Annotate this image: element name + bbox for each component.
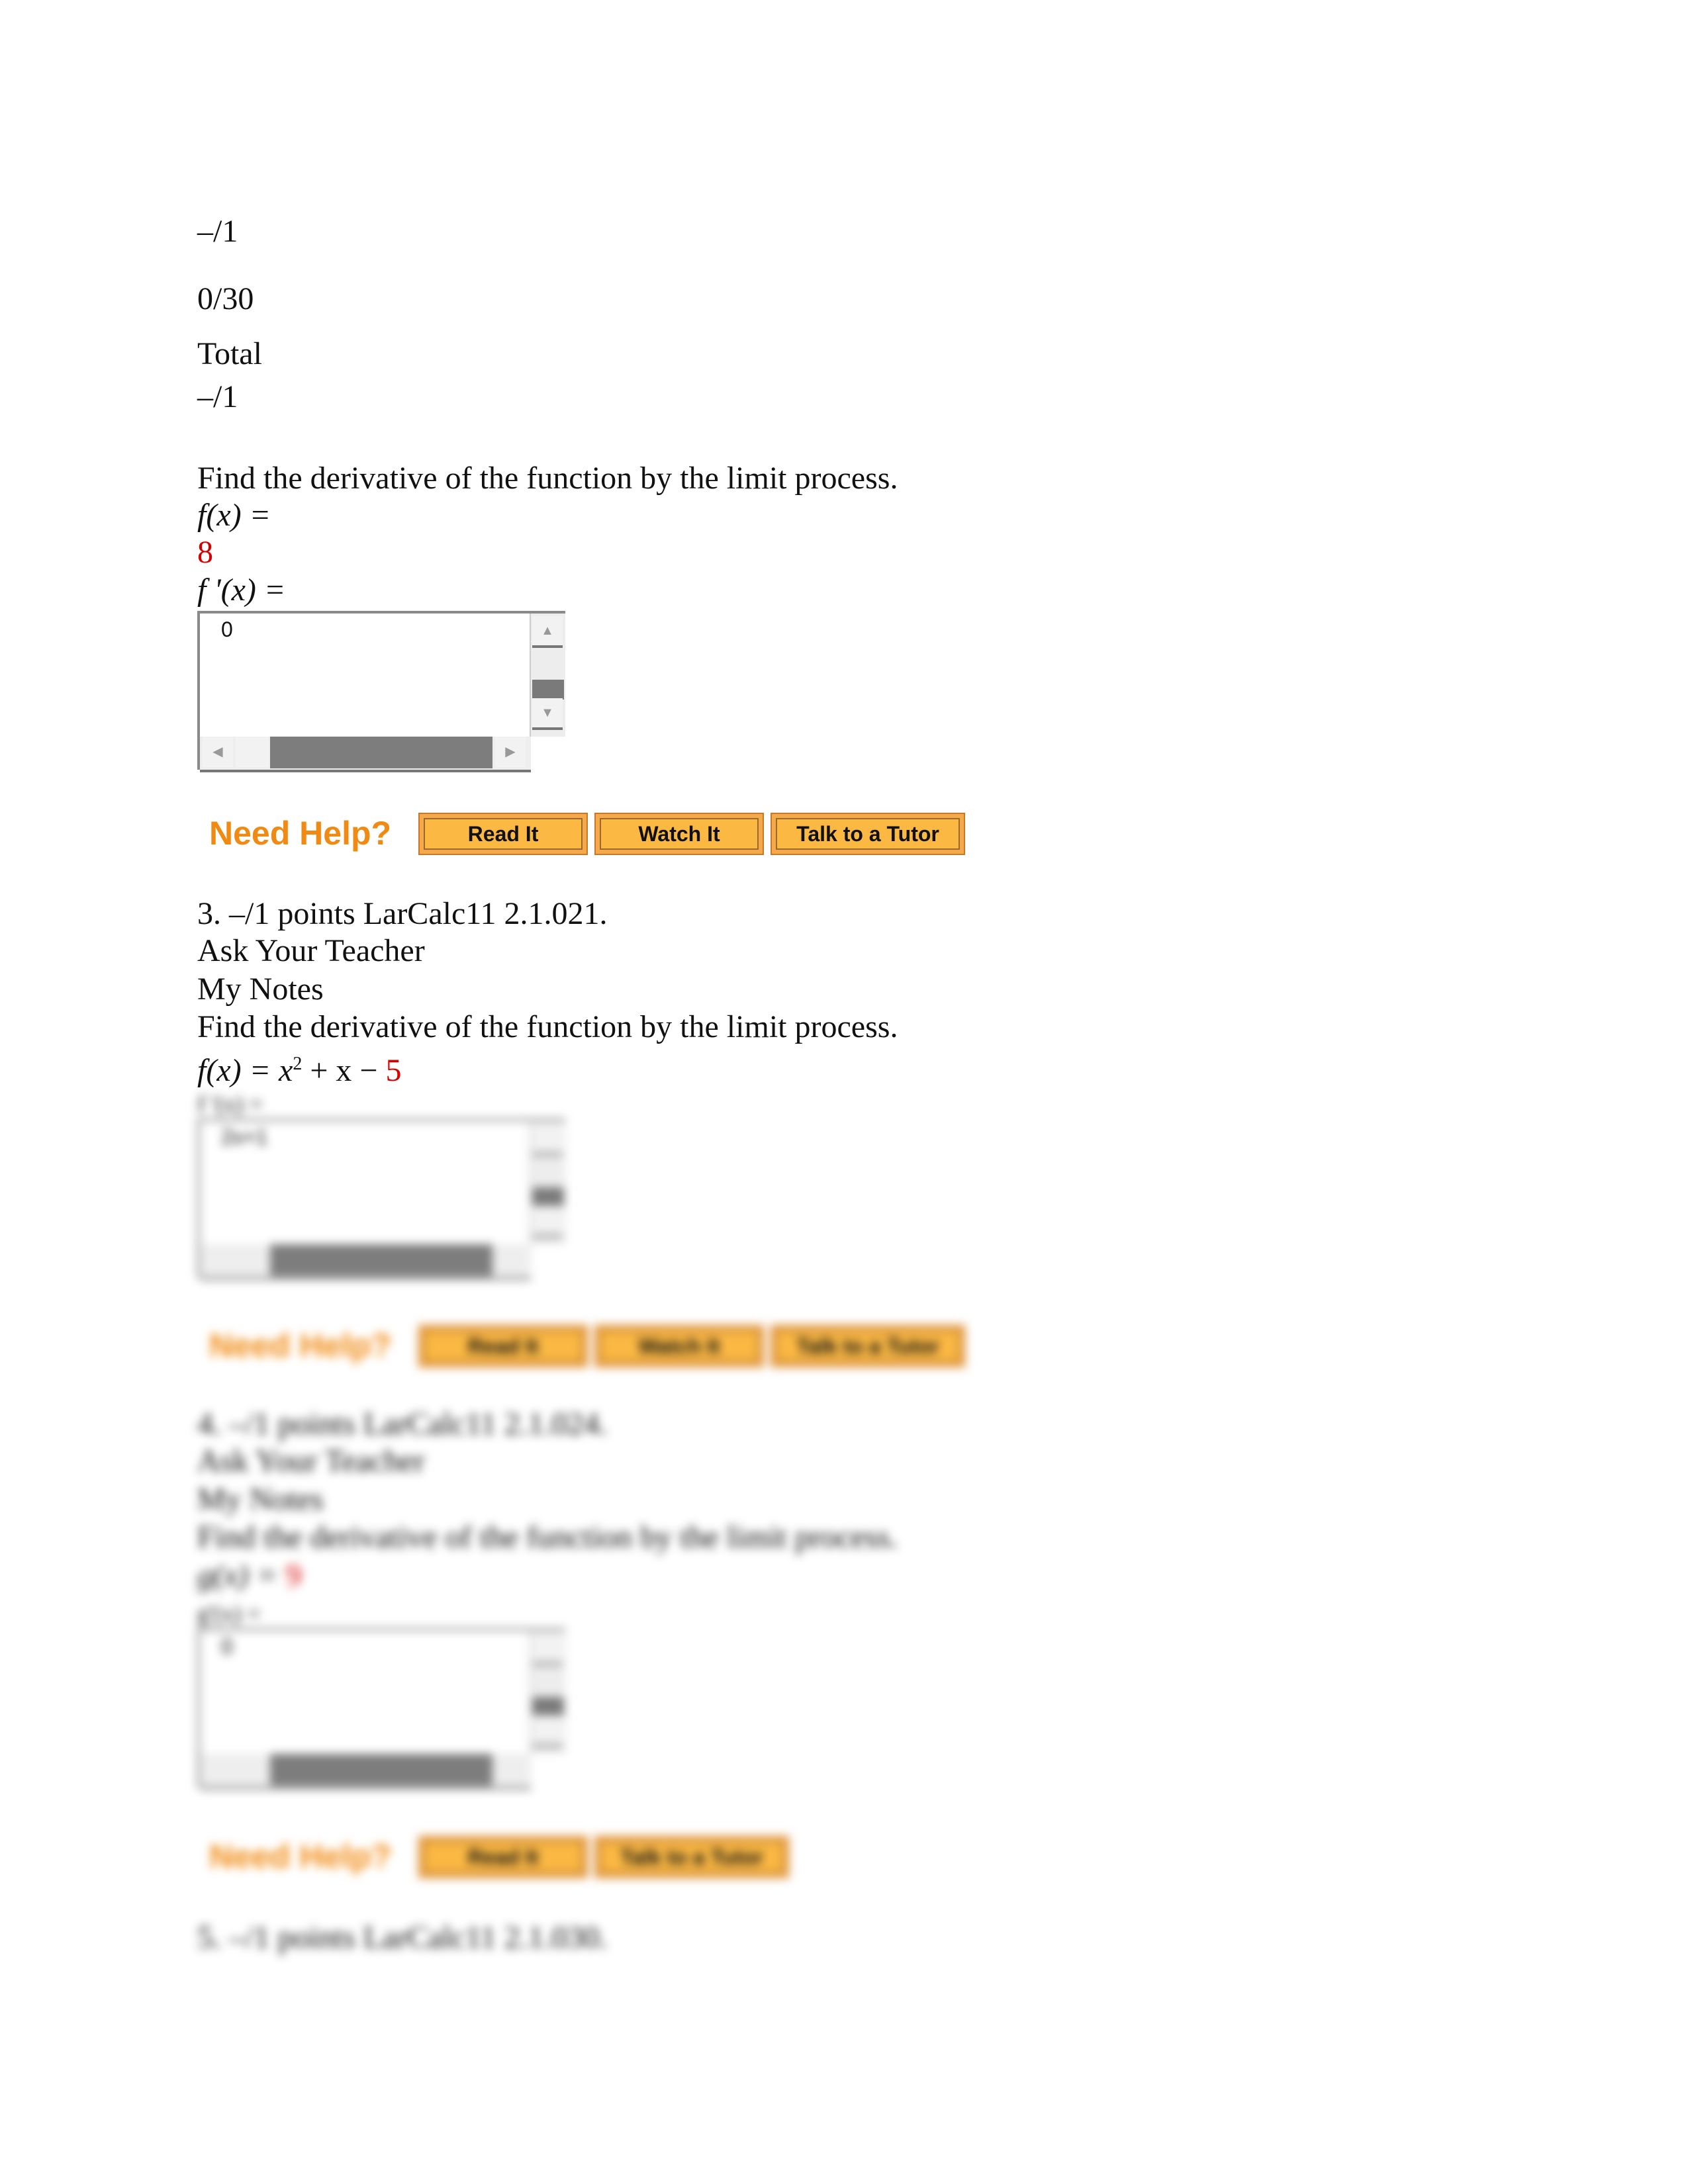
- need-help-label: Need Help?: [209, 1327, 392, 1364]
- read-it-label: Read It: [424, 818, 583, 850]
- talk-to-tutor-button[interactable]: Talk to a Tutor: [771, 1325, 965, 1367]
- function-constant: 5: [385, 1053, 402, 1088]
- need-help-bar: Need Help? Read It Talk to a Tutor: [197, 1836, 793, 1880]
- read-it-button[interactable]: Read It: [418, 1836, 588, 1878]
- read-it-label: Read It: [424, 1330, 583, 1362]
- scroll-up-icon[interactable]: [532, 1124, 563, 1156]
- scrollbar-thumb[interactable]: [532, 680, 564, 700]
- scrollbar-thumb[interactable]: [532, 1697, 564, 1717]
- horizontal-scrollbar[interactable]: ◀ ▶: [200, 737, 531, 772]
- talk-to-tutor-button[interactable]: Talk to a Tutor: [594, 1836, 789, 1878]
- scroll-up-icon[interactable]: ▲: [532, 616, 563, 648]
- scroll-right-icon[interactable]: ▶: [495, 737, 526, 767]
- talk-to-tutor-button[interactable]: Talk to a Tutor: [771, 813, 965, 855]
- vertical-scrollbar[interactable]: [530, 1631, 565, 1754]
- question-prompt: Find the derivative of the function by t…: [197, 461, 898, 496]
- scrollbar-thumb[interactable]: [532, 1187, 564, 1207]
- question-header: 3. –/1 points LarCalc11 2.1.021.: [197, 896, 608, 931]
- function-text: f(x) = x: [197, 1053, 293, 1088]
- vertical-scrollbar[interactable]: ▲ ▼: [530, 614, 565, 737]
- answer-value: 0: [221, 617, 233, 641]
- scroll-left-icon[interactable]: ◀: [203, 737, 233, 767]
- need-help-label: Need Help?: [209, 1838, 392, 1875]
- need-help-bar: Need Help? Read It Watch It Talk to a Tu…: [197, 813, 972, 856]
- exponent: 2: [293, 1054, 303, 1074]
- question-prompt: Find the derivative of the function by t…: [197, 1009, 898, 1044]
- derivative-label-text: f '(x) =: [197, 572, 286, 608]
- talk-to-tutor-label: Talk to a Tutor: [776, 818, 960, 850]
- question-header: 5. –/1 points LarCalc11 2.1.030.: [197, 1920, 608, 1955]
- read-it-button[interactable]: Read It: [418, 813, 588, 855]
- answer-textarea[interactable]: 2x+1: [197, 1118, 565, 1280]
- answer-value: 0: [221, 1635, 233, 1659]
- scrollbar-thumb[interactable]: [270, 1244, 492, 1276]
- horizontal-scrollbar[interactable]: [200, 1754, 531, 1790]
- ask-teacher-link[interactable]: Ask Your Teacher: [197, 1443, 425, 1480]
- scroll-up-icon[interactable]: [532, 1633, 563, 1665]
- answer-textarea[interactable]: 0 ▲ ▼ ◀ ▶: [197, 611, 565, 772]
- need-help-bar: Need Help? Read It Watch It Talk to a Tu…: [197, 1325, 972, 1369]
- read-it-label: Read It: [424, 1841, 583, 1873]
- ask-teacher-link[interactable]: Ask Your Teacher: [197, 933, 425, 970]
- horizontal-scrollbar[interactable]: [200, 1244, 531, 1280]
- function-label-text: f(x) =: [197, 498, 271, 533]
- derivative-label: f '(x) =: [197, 572, 285, 609]
- total-label: Total: [197, 336, 262, 371]
- function-constant: 9: [285, 1558, 302, 1593]
- derivative-label: f '(x) =: [197, 1091, 263, 1117]
- total-score: 0/30: [197, 281, 254, 316]
- function-expression: g(x) = 9: [197, 1557, 302, 1594]
- derivative-label: g'(x) =: [197, 1600, 261, 1627]
- scrollbar-thumb[interactable]: [270, 737, 492, 768]
- scroll-down-icon[interactable]: ▼: [532, 698, 563, 730]
- scroll-down-icon[interactable]: [532, 1206, 563, 1238]
- talk-to-tutor-label: Talk to a Tutor: [776, 1330, 960, 1362]
- watch-it-label: Watch It: [600, 1330, 759, 1362]
- answer-value: 2x+1: [221, 1125, 268, 1149]
- vertical-scrollbar[interactable]: [530, 1121, 565, 1244]
- function-text: + x −: [302, 1053, 386, 1088]
- watch-it-button[interactable]: Watch It: [594, 813, 764, 855]
- my-notes-link[interactable]: My Notes: [197, 971, 324, 1008]
- function-text: g(x) =: [197, 1558, 286, 1593]
- question-header: 4. –/1 points LarCalc11 2.1.024.: [197, 1406, 608, 1441]
- question-points: –/1: [197, 379, 238, 414]
- question-points: –/1: [197, 214, 238, 249]
- scrollbar-track[interactable]: [236, 737, 269, 767]
- question-prompt: Find the derivative of the function by t…: [197, 1520, 898, 1555]
- watch-it-label: Watch It: [600, 818, 759, 850]
- scroll-down-icon[interactable]: [532, 1715, 563, 1747]
- function-label: f(x) =: [197, 497, 271, 534]
- scrollbar-thumb[interactable]: [270, 1754, 492, 1786]
- function-value: 8: [197, 535, 213, 570]
- my-notes-link[interactable]: My Notes: [197, 1481, 324, 1518]
- talk-to-tutor-label: Talk to a Tutor: [600, 1841, 784, 1873]
- watch-it-button[interactable]: Watch It: [594, 1325, 764, 1367]
- answer-textarea[interactable]: 0: [197, 1628, 565, 1790]
- function-expression: f(x) = x2 + x − 5: [197, 1046, 401, 1089]
- need-help-label: Need Help?: [209, 815, 392, 852]
- read-it-button[interactable]: Read It: [418, 1325, 588, 1367]
